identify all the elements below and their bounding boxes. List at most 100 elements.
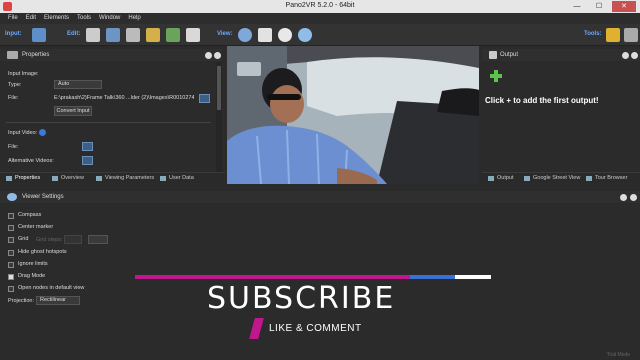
- file-path-field[interactable]: E:\prakash\2)Frame Talk\360 ...lder (2)\…: [54, 95, 194, 101]
- type-select-value: Auto: [58, 81, 70, 87]
- window-title: Pano2VR 5.2.0 - 64bit: [285, 2, 355, 9]
- menu-edit[interactable]: Edit: [26, 13, 36, 24]
- viewer-settings-title: Viewer Settings: [22, 194, 64, 200]
- patches-icon[interactable]: [106, 28, 120, 42]
- subscribe-bar-blue: [410, 275, 455, 279]
- alternative-videos-label: Alternative Videos:: [8, 158, 54, 164]
- input-video-heading: Input Video:: [8, 130, 38, 136]
- panorama-viewer[interactable]: [227, 46, 479, 184]
- add-output-icon[interactable]: [490, 70, 502, 82]
- overview-tab-icon: [52, 176, 58, 181]
- clipboard-icon[interactable]: [258, 28, 272, 42]
- tour-browser-tab-icon: [586, 176, 592, 181]
- projection-select-value: Rectilinear: [40, 297, 66, 303]
- video-file-label: File:: [8, 144, 19, 150]
- grid-steps-label: Grid steps:: [36, 237, 63, 243]
- center-marker-label: Center marker: [18, 224, 54, 230]
- grid-color-select[interactable]: [88, 235, 108, 244]
- menu-window[interactable]: Window: [99, 13, 120, 24]
- like-comment-text: LIKE & COMMENT: [269, 323, 362, 334]
- output-hint: Click + to add the first output!: [485, 96, 599, 105]
- tab-viewing-parameters[interactable]: Viewing Parameters: [94, 173, 154, 184]
- input-panorama-icon[interactable]: [32, 28, 46, 42]
- panel-float-icon[interactable]: [205, 52, 212, 59]
- vs-float-icon[interactable]: [620, 194, 627, 201]
- eye-icon[interactable]: [298, 28, 312, 42]
- subscribe-bar-magenta: [135, 275, 410, 279]
- menu-help[interactable]: Help: [128, 13, 140, 24]
- properties-scrollbar[interactable]: [216, 62, 222, 172]
- tour-icon[interactable]: [166, 28, 180, 42]
- type-select[interactable]: Auto: [54, 80, 102, 89]
- settings-icon[interactable]: [624, 28, 638, 42]
- output-title: Output: [500, 52, 519, 58]
- alt-video-folder-icon[interactable]: [82, 156, 93, 165]
- tab-overview-label: Overview: [61, 175, 84, 181]
- tab-user-data-label: User Data: [169, 175, 194, 181]
- ignore-limits-checkbox[interactable]: [8, 262, 14, 268]
- maximize-button[interactable]: ☐: [590, 1, 608, 12]
- tab-output[interactable]: Output: [486, 173, 514, 184]
- info-icon[interactable]: [39, 129, 46, 136]
- output-float-icon[interactable]: [622, 52, 629, 59]
- projection-select[interactable]: Rectilinear: [36, 296, 80, 305]
- tab-properties[interactable]: Properties: [4, 173, 40, 184]
- tab-google-street-view[interactable]: Google Street View: [522, 173, 580, 184]
- menu-elements[interactable]: Elements: [44, 13, 69, 24]
- tab-tour-browser-label: Tour Browser: [595, 175, 628, 181]
- convert-input-button[interactable]: Convert Input: [54, 106, 92, 116]
- minimize-button[interactable]: —: [568, 1, 586, 12]
- main-toolbar: Input: Edit: View: Tools:: [0, 24, 640, 46]
- output-icon: [489, 51, 497, 59]
- grid-checkbox[interactable]: [8, 237, 14, 243]
- drag-mode-checkbox[interactable]: [8, 274, 14, 280]
- binoculars-icon[interactable]: [238, 28, 252, 42]
- input-image-heading: Input Image:: [8, 71, 39, 77]
- properties-tabs: Properties Overview Viewing Parameters U…: [0, 172, 225, 183]
- center-marker-checkbox[interactable]: [8, 225, 14, 231]
- output-tabs: Output Google Street View Tour Browser: [482, 172, 640, 183]
- file-label: File:: [8, 95, 19, 101]
- hotspot-editor-icon[interactable]: [86, 28, 100, 42]
- output-close-icon[interactable]: [631, 52, 638, 59]
- menu-file[interactable]: File: [8, 13, 18, 24]
- media-icon[interactable]: [126, 28, 140, 42]
- viewer-settings-icon: [7, 193, 17, 201]
- map-icon[interactable]: [146, 28, 160, 42]
- tab-user-data[interactable]: User Data: [158, 173, 194, 184]
- view-label: View:: [217, 31, 233, 37]
- vs-close-icon[interactable]: [630, 194, 637, 201]
- clock-icon[interactable]: [278, 28, 292, 42]
- type-label: Type:: [8, 82, 22, 88]
- menu-tools[interactable]: Tools: [77, 13, 91, 24]
- tab-overview[interactable]: Overview: [50, 173, 84, 184]
- open-nodes-default-view-checkbox[interactable]: [8, 286, 14, 292]
- skin-editor-icon[interactable]: [186, 28, 200, 42]
- panorama-image: [227, 46, 479, 184]
- projection-label: Projection:: [8, 298, 34, 304]
- tab-google-street-view-label: Google Street View: [533, 175, 581, 181]
- tab-tour-browser[interactable]: Tour Browser: [584, 173, 640, 184]
- folder-icon[interactable]: [199, 94, 210, 103]
- output-tab-icon: [488, 176, 494, 181]
- tools-label: Tools:: [584, 31, 602, 37]
- trial-mode-label: Trial Mode: [606, 352, 630, 358]
- edit-label: Edit:: [67, 31, 81, 37]
- video-folder-icon[interactable]: [82, 142, 93, 151]
- panel-close-icon[interactable]: [214, 52, 221, 59]
- user-data-tab-icon: [160, 176, 166, 181]
- subscribe-text: SUBSCRIBE: [207, 281, 396, 316]
- close-button[interactable]: ✕: [612, 1, 636, 12]
- tab-output-label: Output: [497, 175, 514, 181]
- grid-steps-field[interactable]: [64, 235, 82, 244]
- open-nodes-default-view-label: Open nodes in default view: [18, 285, 85, 291]
- compass-checkbox[interactable]: [8, 213, 14, 219]
- hide-ghost-hotspots-checkbox[interactable]: [8, 250, 14, 256]
- drag-mode-label: Drag Mode: [18, 273, 46, 279]
- tab-viewing-parameters-label: Viewing Parameters: [105, 175, 155, 181]
- viewing-parameters-tab-icon: [96, 176, 102, 181]
- grid-label: Grid: [18, 236, 29, 242]
- star-icon[interactable]: [606, 28, 620, 42]
- properties-panel: Input Image: Type: Auto File: E:\prakash…: [0, 62, 222, 172]
- scrollbar-thumb[interactable]: [217, 66, 221, 110]
